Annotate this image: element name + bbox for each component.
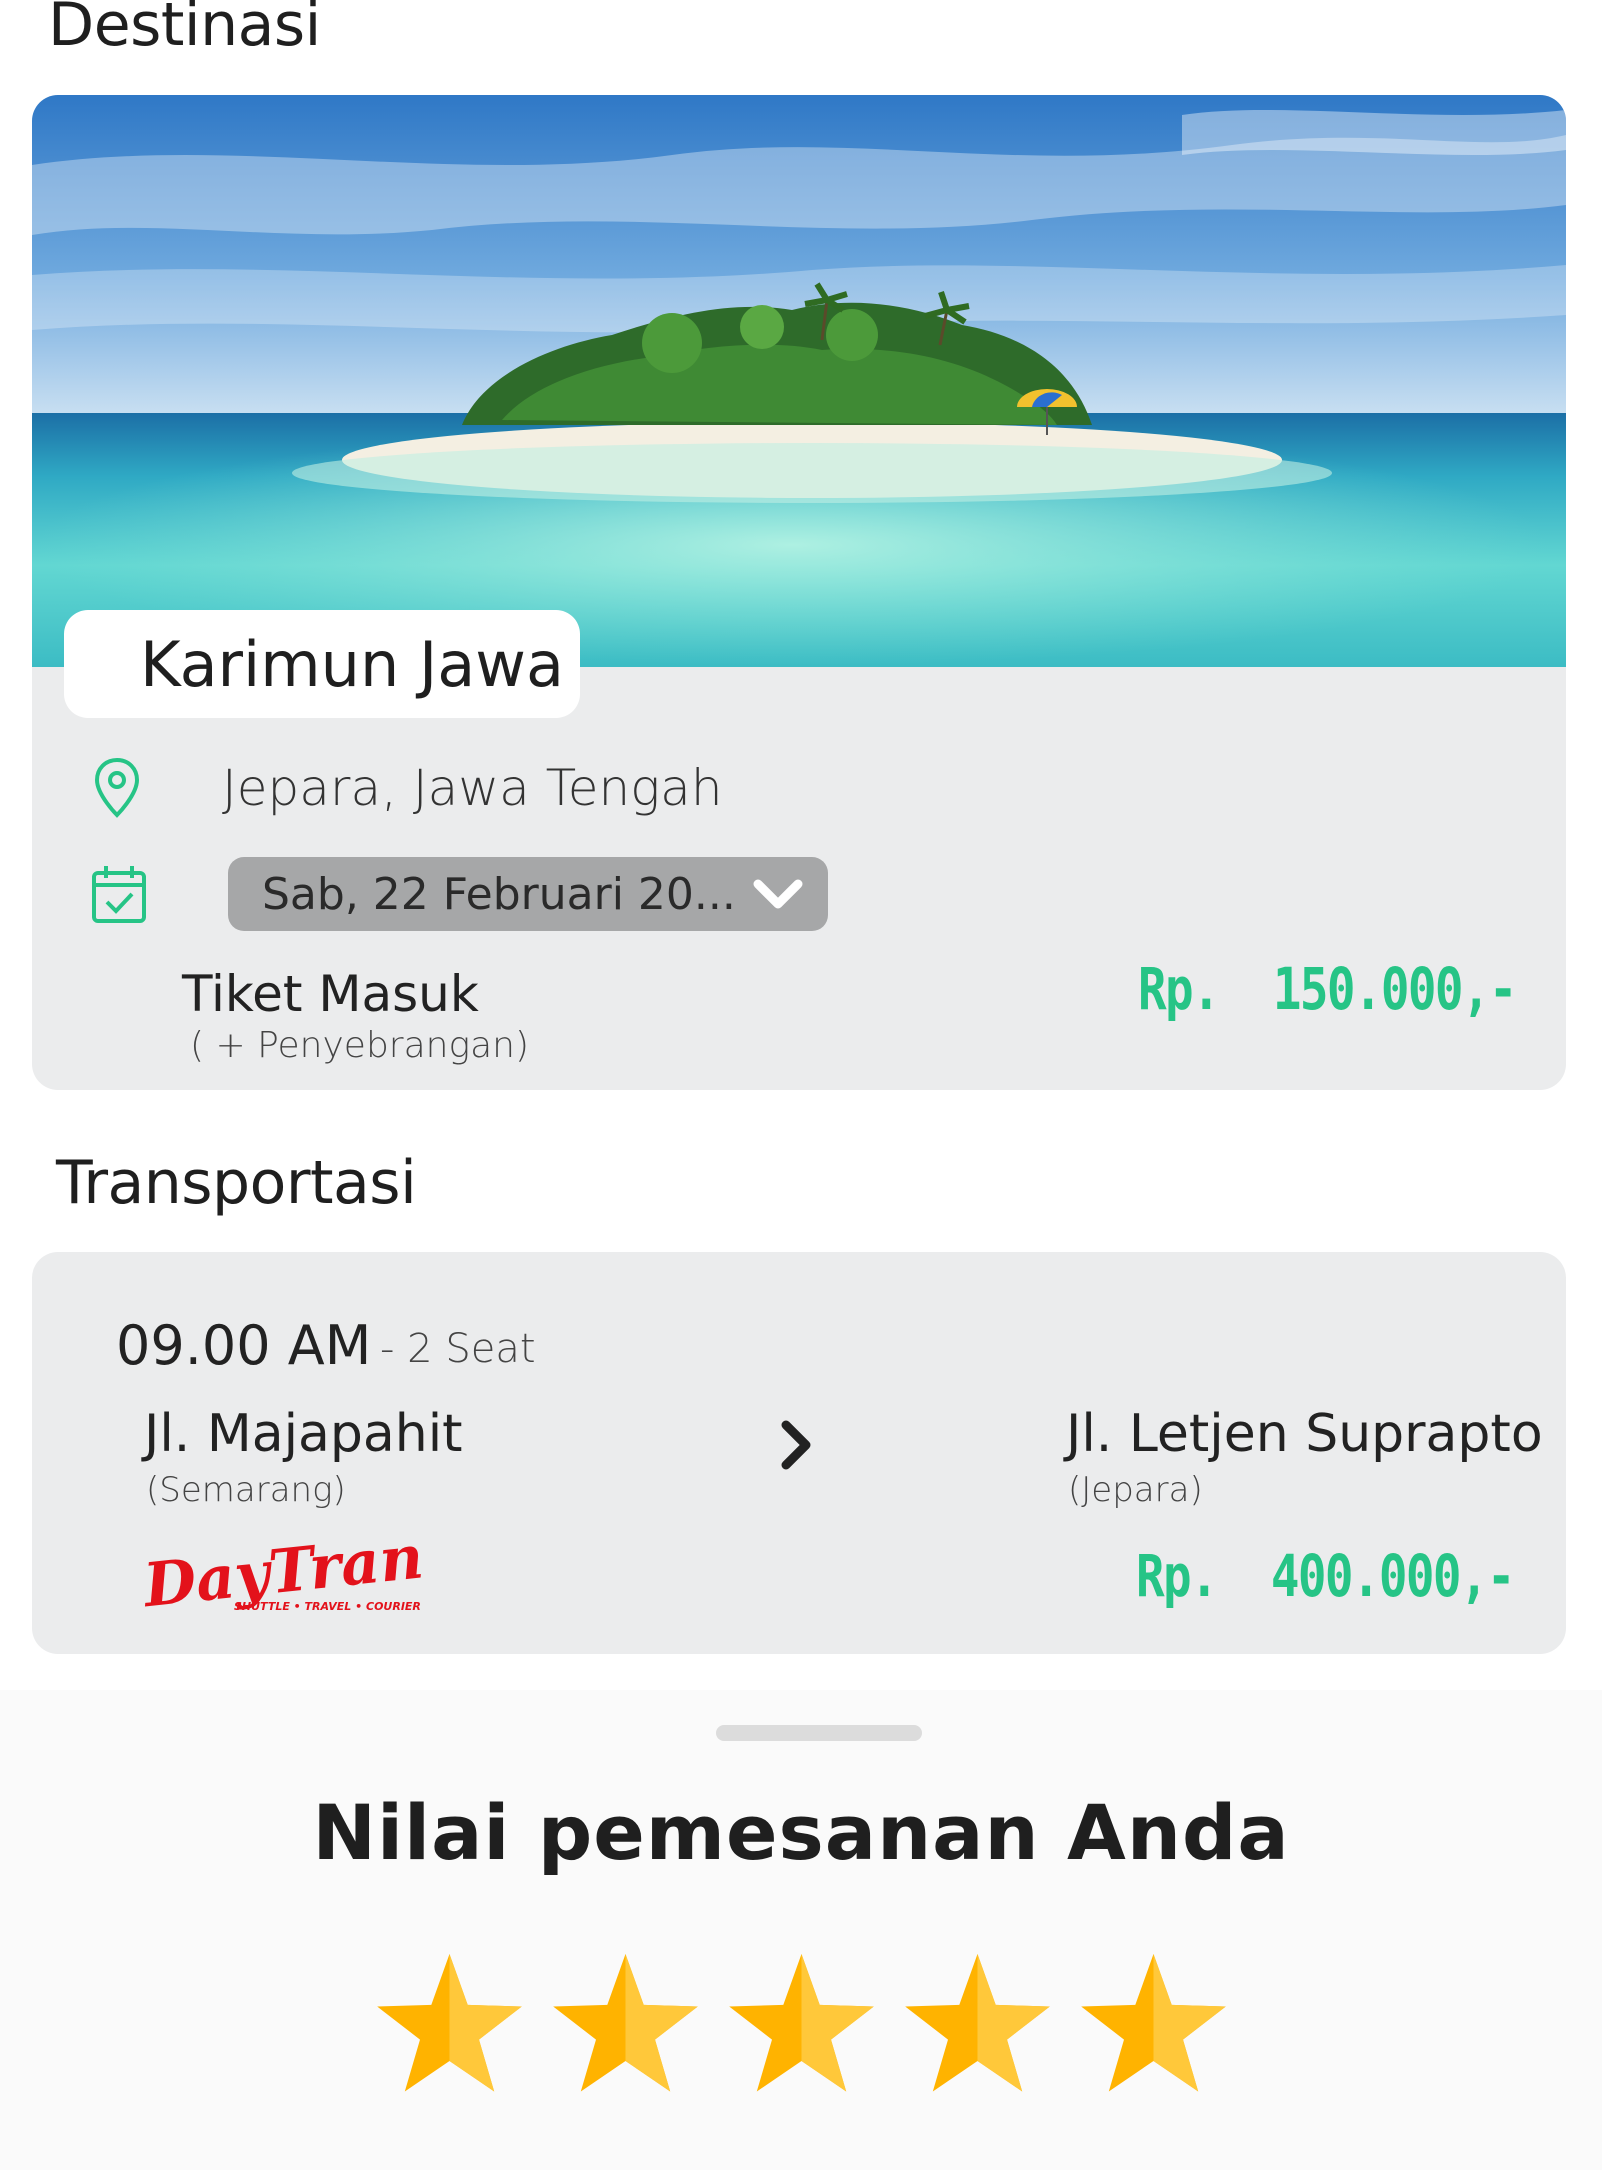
destination-name: Karimun Jawa (64, 610, 580, 718)
rating-sheet: Nilai pemesanan Anda (0, 1690, 1602, 2170)
daytrans-logo: DayTrans SHUTTLE • TRAVEL • COURIER (142, 1522, 422, 1621)
date-row: Sab, 22 Februari 20... (90, 857, 828, 931)
location-pin-icon (94, 757, 140, 818)
calendar-check-icon (92, 866, 146, 923)
transport-card[interactable]: 09.00 AM - 2 Seat Jl. Majapahit (Semaran… (32, 1252, 1566, 1654)
destination-card[interactable]: Karimun Jawa Jepara, Jawa Tengah Sab, 22… (32, 95, 1566, 1090)
sheet-drag-handle[interactable] (716, 1725, 922, 1741)
origin-address: Jl. Majapahit (144, 1404, 463, 1464)
star-icon[interactable] (372, 1950, 527, 2098)
destination-city: (Jepara) (1068, 1470, 1203, 1510)
transport-section-title: Transportasi (56, 1148, 417, 1218)
transport-price: Rp. 400.000,- (1136, 1542, 1516, 1610)
destination-section-title: Destinasi (48, 0, 321, 60)
departure-time: 09.00 AM (116, 1314, 372, 1377)
chevron-down-icon (753, 879, 803, 909)
destination-photo (32, 95, 1566, 667)
ticket-label: Tiket Masuk (182, 965, 479, 1023)
star-icon[interactable] (900, 1950, 1055, 2098)
ticket-sublabel: ( + Penyebrangan) (190, 1025, 529, 1066)
location-row: Jepara, Jawa Tengah (92, 757, 723, 819)
seat-count: - 2 Seat (380, 1326, 536, 1372)
star-icon[interactable] (724, 1950, 879, 2098)
star-icon[interactable] (548, 1950, 703, 2098)
date-dropdown[interactable]: Sab, 22 Februari 20... (228, 857, 828, 931)
svg-text:SHUTTLE • TRAVEL • COURIER: SHUTTLE • TRAVEL • COURIER (234, 1600, 421, 1613)
star-rating[interactable] (372, 1950, 1231, 2098)
location-text: Jepara, Jawa Tengah (222, 759, 723, 817)
destination-address: Jl. Letjen Suprapto (1066, 1404, 1543, 1464)
chevron-right-icon (781, 1420, 811, 1470)
ticket-price: Rp. 150.000,- (1138, 955, 1518, 1023)
date-dropdown-value: Sab, 22 Februari 20... (262, 868, 736, 920)
origin-city: (Semarang) (146, 1470, 346, 1510)
star-icon[interactable] (1076, 1950, 1231, 2098)
rating-title: Nilai pemesanan Anda (312, 1788, 1290, 1877)
